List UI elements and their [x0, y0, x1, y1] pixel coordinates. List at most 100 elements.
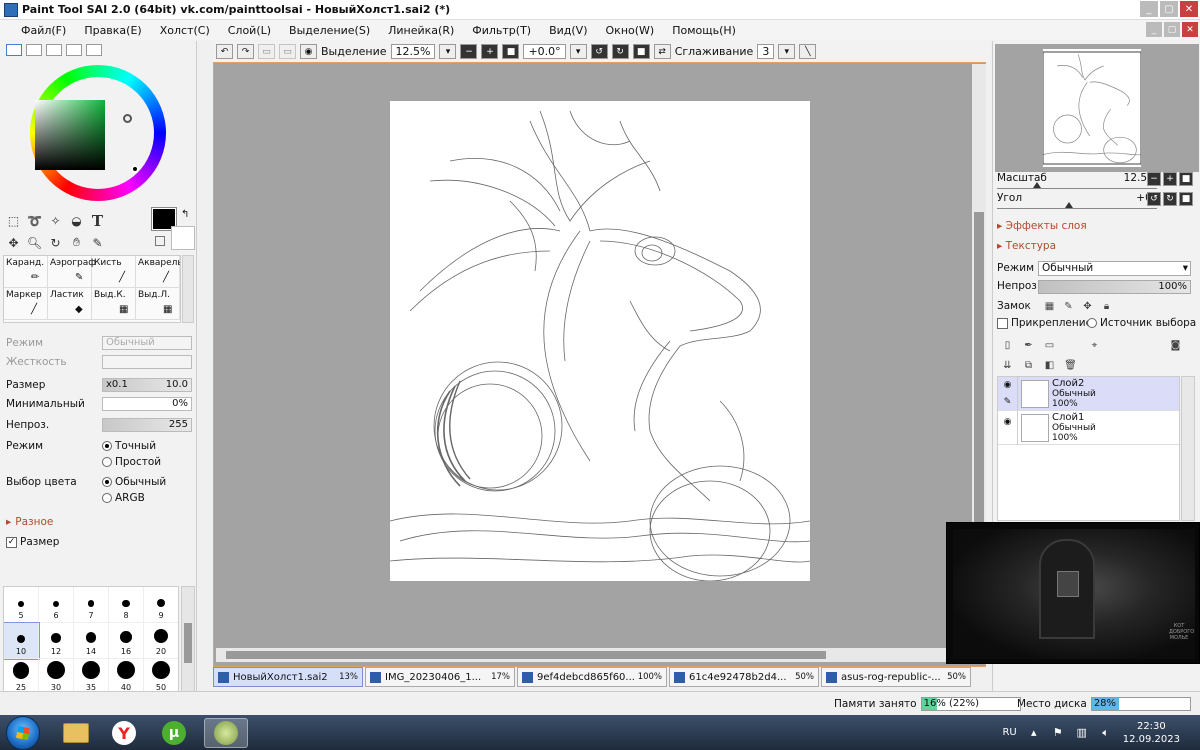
- color-argb-radio[interactable]: ARGB: [102, 492, 166, 504]
- zoom-icon[interactable]: 🔍︎: [25, 233, 44, 252]
- flag-icon[interactable]: ⚑: [1051, 726, 1065, 740]
- rotate-left-icon[interactable]: ↺: [590, 44, 608, 59]
- drawing-canvas[interactable]: [390, 101, 810, 581]
- horizontal-scroll-thumb[interactable]: [226, 651, 826, 659]
- tray-arrow-icon[interactable]: ▴: [1027, 726, 1041, 740]
- copy-layer-icon[interactable]: ⧉: [1022, 359, 1035, 372]
- rotate-left-icon[interactable]: ↺: [1147, 192, 1161, 206]
- menu-window[interactable]: Окно(W): [597, 24, 664, 37]
- doc-tab-3[interactable]: 9ef4debcd865f60... 100%: [517, 667, 667, 687]
- move-icon[interactable]: ✥: [4, 233, 23, 252]
- doc-tab-2[interactable]: IMG_20230406_1... 17%: [365, 667, 515, 687]
- brush-size-option[interactable]: 14: [74, 623, 109, 659]
- mode-select[interactable]: Обычный: [102, 335, 192, 350]
- scrollbar-thumb[interactable]: [184, 623, 192, 663]
- blend-simple-radio[interactable]: Простой: [102, 456, 161, 468]
- menu-view[interactable]: Вид(V): [540, 24, 596, 37]
- brush-size-option[interactable]: 12: [39, 623, 74, 659]
- hardness-selector[interactable]: [102, 354, 192, 369]
- maximize-button[interactable]: ▢: [1160, 1, 1178, 17]
- doc-restore-button[interactable]: ▢: [1164, 22, 1180, 37]
- lasso-icon[interactable]: ➰: [25, 211, 44, 230]
- explorer-icon[interactable]: [54, 718, 98, 748]
- angle-slider[interactable]: [997, 208, 1157, 209]
- opacity-slider[interactable]: 255: [102, 417, 192, 432]
- brush-marker[interactable]: Маркер ╱: [4, 288, 48, 320]
- deselect-icon[interactable]: ▭: [258, 44, 275, 59]
- brush-size-option[interactable]: 35: [74, 659, 109, 695]
- volume-icon[interactable]: 🔈︎: [1099, 726, 1113, 740]
- color-marker[interactable]: [131, 165, 139, 173]
- background-color[interactable]: [171, 226, 195, 250]
- minimize-button[interactable]: _: [1140, 1, 1158, 17]
- eyedropper-icon[interactable]: ✎: [88, 233, 107, 252]
- merge-down-icon[interactable]: ⇊: [1001, 359, 1014, 372]
- scratchpad-tab[interactable]: [86, 44, 102, 56]
- brush-pencil[interactable]: Каранд. ✏︎: [4, 256, 48, 288]
- smoothing-field[interactable]: 3: [757, 44, 775, 59]
- zoom-in-icon[interactable]: +: [1163, 172, 1177, 186]
- scale-slider[interactable]: [997, 188, 1157, 189]
- layer-item[interactable]: ◉ Слой1 Обычный 100%: [998, 410, 1179, 445]
- clear-layer-icon[interactable]: ◧: [1043, 359, 1056, 372]
- zoom-field[interactable]: 12.5%: [390, 44, 436, 59]
- redo-icon[interactable]: ↷: [237, 44, 254, 59]
- zoom-in-icon[interactable]: +: [481, 44, 499, 59]
- doc-tab-1[interactable]: НовыйХолст1.sai2 13%: [213, 667, 363, 687]
- rotate-reset-icon[interactable]: ■: [1179, 192, 1193, 206]
- rotate-right-icon[interactable]: ↻: [611, 44, 629, 59]
- menu-canvas[interactable]: Холст(C): [151, 24, 219, 37]
- yandex-browser-icon[interactable]: Y: [102, 718, 146, 748]
- doc-tab-5[interactable]: asus-rog-republic-... 50%: [821, 667, 971, 687]
- flip-icon[interactable]: ⇄: [653, 44, 671, 59]
- doc-close-button[interactable]: ✕: [1182, 22, 1198, 37]
- canvas-horizontal-scrollbar[interactable]: [216, 648, 972, 662]
- transform-icon[interactable]: ⌖: [1088, 339, 1101, 352]
- layer-mode-select[interactable]: Обычный ▾: [1038, 261, 1191, 276]
- zoom-out-icon[interactable]: −: [1147, 172, 1161, 186]
- lock-icon[interactable]: 🔒︎: [1100, 300, 1113, 313]
- color-normal-radio[interactable]: Обычный: [102, 476, 166, 488]
- swatches-tab[interactable]: [66, 44, 82, 56]
- new-folder-icon[interactable]: ▭: [1043, 339, 1056, 352]
- brush-watercolor[interactable]: Акварель ╱: [136, 256, 180, 288]
- angle-slider-knob[interactable]: [1065, 202, 1073, 208]
- rect-select-icon[interactable]: ⬚: [4, 211, 23, 230]
- hand-icon[interactable]: ✋︎: [67, 233, 86, 252]
- reset-colors-icon[interactable]: [155, 236, 165, 246]
- menu-file[interactable]: Файл(F): [12, 24, 75, 37]
- video-overlay[interactable]: КОТ ДОБРОГО МОЛЬЕ: [946, 522, 1200, 664]
- blend-precise-radio[interactable]: Точный: [102, 440, 161, 452]
- brush-size-option[interactable]: 8: [109, 587, 144, 623]
- menu-selection[interactable]: Выделение(S): [280, 24, 379, 37]
- layer-item[interactable]: ◉ ✎ Слой2 Обычный 100%: [998, 376, 1179, 411]
- brush-size-option[interactable]: 5: [4, 587, 39, 623]
- layer-opacity-slider[interactable]: 100%: [1038, 280, 1191, 294]
- zoom-reset-icon[interactable]: ■: [502, 44, 520, 59]
- texture-section[interactable]: ▸ Текстура: [997, 240, 1056, 252]
- angle-field[interactable]: +0.0°: [523, 44, 566, 59]
- navigator-preview[interactable]: [995, 44, 1199, 172]
- zoom-dropdown-icon[interactable]: ▾: [439, 44, 457, 59]
- brush-brush[interactable]: Кисть ╱: [92, 256, 136, 288]
- swap-colors-icon[interactable]: ↰: [181, 209, 189, 220]
- brush-airbrush[interactable]: Аэрограф ✎: [48, 256, 96, 288]
- brush-size-option[interactable]: 9: [144, 587, 178, 623]
- zoom-reset-icon[interactable]: ■: [1179, 172, 1193, 186]
- brush-size-option[interactable]: 50: [144, 659, 178, 695]
- layer-list-scrollbar[interactable]: [1181, 376, 1195, 521]
- saturation-value-square[interactable]: [35, 100, 105, 170]
- line-icon[interactable]: ╲: [799, 44, 817, 59]
- undo-icon[interactable]: ↶: [216, 44, 233, 59]
- trash-icon[interactable]: 🗑︎: [1064, 359, 1077, 372]
- menu-edit[interactable]: Правка(E): [75, 24, 150, 37]
- lock-transparency-icon[interactable]: ▦: [1043, 300, 1056, 313]
- selection-source-radio[interactable]: Источник выбора: [1087, 317, 1196, 329]
- text-tool-icon[interactable]: T: [88, 211, 107, 230]
- new-pen-layer-icon[interactable]: ✒︎: [1022, 339, 1035, 352]
- utorrent-icon[interactable]: µ: [152, 718, 196, 748]
- doc-minimize-button[interactable]: _: [1146, 22, 1162, 37]
- clipping-checkbox[interactable]: Прикрепление: [997, 317, 1092, 329]
- canvas-area[interactable]: [213, 62, 986, 667]
- angle-dropdown-icon[interactable]: ▾: [569, 44, 587, 59]
